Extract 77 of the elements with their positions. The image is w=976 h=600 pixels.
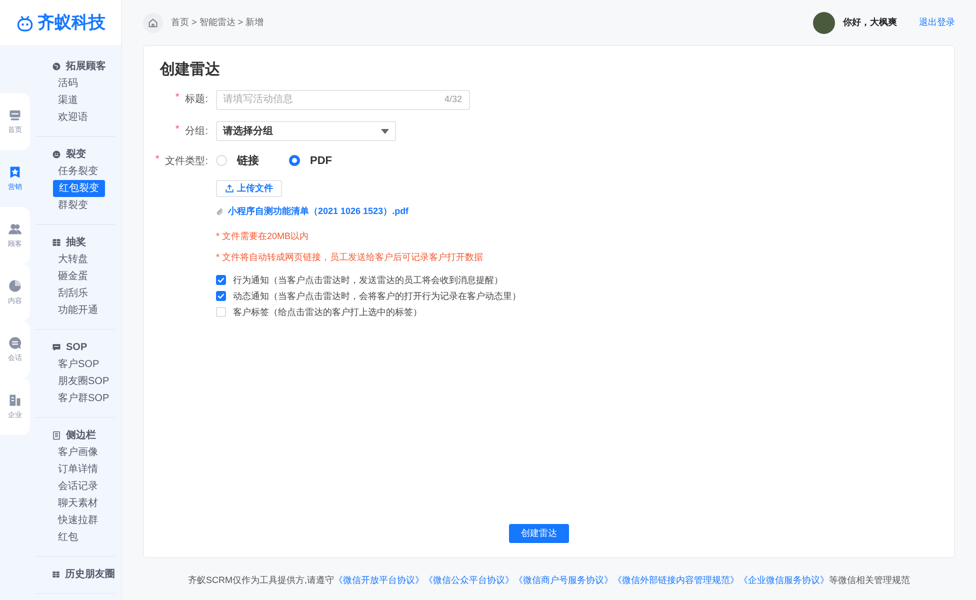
submenu-item[interactable]: 订单详情 xyxy=(52,461,104,478)
checkbox[interactable] xyxy=(216,275,226,285)
upload-button[interactable]: 上传文件 xyxy=(216,180,282,197)
field-label: 文件类型: xyxy=(165,154,208,168)
message-icon xyxy=(52,342,61,352)
building-icon xyxy=(8,393,22,407)
footer-notice: 齐蚁SCRM仅作为工具提供方,请遵守《微信开放平台协议》《微信公众平台协议》《微信商户号服务协议》《微信外部链接内容管理规范》《企业微信服务协议》等微信相关管理规范 xyxy=(187,574,911,587)
user-greeting: 你好，大枫爽 xyxy=(843,16,897,29)
checkbox-label: 行为通知（当客户点击雷达时，发送雷达的员工将会收到消息提醒） xyxy=(233,274,503,286)
checkbox-label: 动态通知（当客户点击雷达时，会将客户的打开行为记录在客户动态里） xyxy=(233,290,521,302)
group-select[interactable]: 请选择分组 xyxy=(216,121,396,141)
menu-group-title: SOP xyxy=(66,342,88,352)
people-icon xyxy=(8,222,22,236)
globe-icon xyxy=(52,62,61,70)
page-title: 创建雷达 xyxy=(160,60,221,79)
submenu-item[interactable]: 刮刮乐 xyxy=(52,285,94,302)
monitor-icon xyxy=(8,108,22,122)
submenu-item[interactable]: 欢迎语 xyxy=(52,109,94,126)
logout-link[interactable]: 退出登录 xyxy=(919,16,955,29)
star-bookmark-icon xyxy=(8,165,22,179)
agreement-link[interactable]: 《企业微信服务协议》 xyxy=(739,575,829,585)
agreement-link[interactable]: 《微信外部链接内容管理规范》 xyxy=(613,575,739,585)
field-label: 分组: xyxy=(185,125,208,138)
checkbox-label: 客户标签（给点击雷达的客户打上选中的标签） xyxy=(233,306,422,318)
submenu-item[interactable]: 任务裂变 xyxy=(52,163,104,180)
submenu-item[interactable]: 快速拉群 xyxy=(52,512,104,529)
submenu-item[interactable]: 大转盘 xyxy=(52,251,94,268)
menu-group-title: 历史朋友圈 xyxy=(65,568,115,581)
menu-group-title: 拓展顾客 xyxy=(66,59,106,73)
face-icon xyxy=(52,150,61,158)
pie-chart-icon xyxy=(8,279,22,293)
required-mark: * xyxy=(175,92,180,105)
breadcrumb: 首页 > 智能雷达 > 新增 xyxy=(171,16,265,29)
radio-button[interactable] xyxy=(289,155,300,166)
robot-logo-icon xyxy=(16,14,34,32)
caret-icon xyxy=(381,128,389,134)
menu-group-title: 侧边栏 xyxy=(66,428,96,442)
submenu-item[interactable]: 客户SOP xyxy=(52,356,106,373)
field-label: 标题: xyxy=(185,92,208,106)
required-mark: * xyxy=(155,154,160,166)
logo-text: 齐蚁科技 xyxy=(38,12,106,34)
checkbox[interactable] xyxy=(216,291,226,301)
menu-group-title: 裂变 xyxy=(66,147,86,161)
select-value: 请选择分组 xyxy=(223,124,273,138)
menu-group-title: 抽奖 xyxy=(66,236,86,249)
char-counter: 4/32 xyxy=(444,94,462,104)
submenu-item[interactable]: 砸金蛋 xyxy=(52,268,94,285)
submenu-item[interactable]: 聊天素材 xyxy=(52,495,104,512)
agreement-link[interactable]: 《微信商户号服务协议》 xyxy=(514,575,613,585)
submenu-item[interactable]: 红包裂变 xyxy=(53,180,105,197)
home-button[interactable] xyxy=(143,12,163,32)
agreement-link[interactable]: 《微信开放平台协议》 xyxy=(334,575,424,585)
submenu-item[interactable]: 客户群SOP xyxy=(52,390,116,407)
submenu-item[interactable]: 功能开通 xyxy=(52,302,104,319)
radio-label: 链接 xyxy=(237,154,259,168)
submenu-item[interactable]: 活码 xyxy=(52,75,84,92)
create-button[interactable]: 创建雷达 xyxy=(509,524,569,543)
warning-note: * 文件需要在20MB以内 xyxy=(216,230,310,243)
grid-icon xyxy=(52,570,60,578)
house-icon xyxy=(148,18,158,28)
submenu-item[interactable]: 渠道 xyxy=(52,92,84,109)
agreement-link[interactable]: 《微信公众平台协议》 xyxy=(424,575,514,585)
paperclip-icon xyxy=(216,208,224,216)
submenu-item[interactable]: 客户画像 xyxy=(52,444,104,461)
chat-bubble-icon xyxy=(8,336,22,350)
radio-label: PDF xyxy=(310,154,332,166)
submenu-item[interactable]: 群裂变 xyxy=(52,197,94,214)
required-mark: * xyxy=(175,124,180,137)
warning-note: * 文件将自动转成网页链接，员工发送给客户后可记录客户打开数据 xyxy=(216,251,484,264)
file-link[interactable]: 小程序自测功能清单（2021 1026 1523）.pdf xyxy=(228,205,409,218)
submenu-item[interactable]: 会话记录 xyxy=(52,478,104,495)
avatar-placeholder xyxy=(813,12,835,34)
submenu-item[interactable]: 红包 xyxy=(52,529,84,546)
document-icon xyxy=(52,430,61,440)
submenu-item[interactable]: 朋友圈SOP xyxy=(52,373,116,390)
upload-icon xyxy=(225,184,234,193)
grid-icon xyxy=(52,238,61,246)
